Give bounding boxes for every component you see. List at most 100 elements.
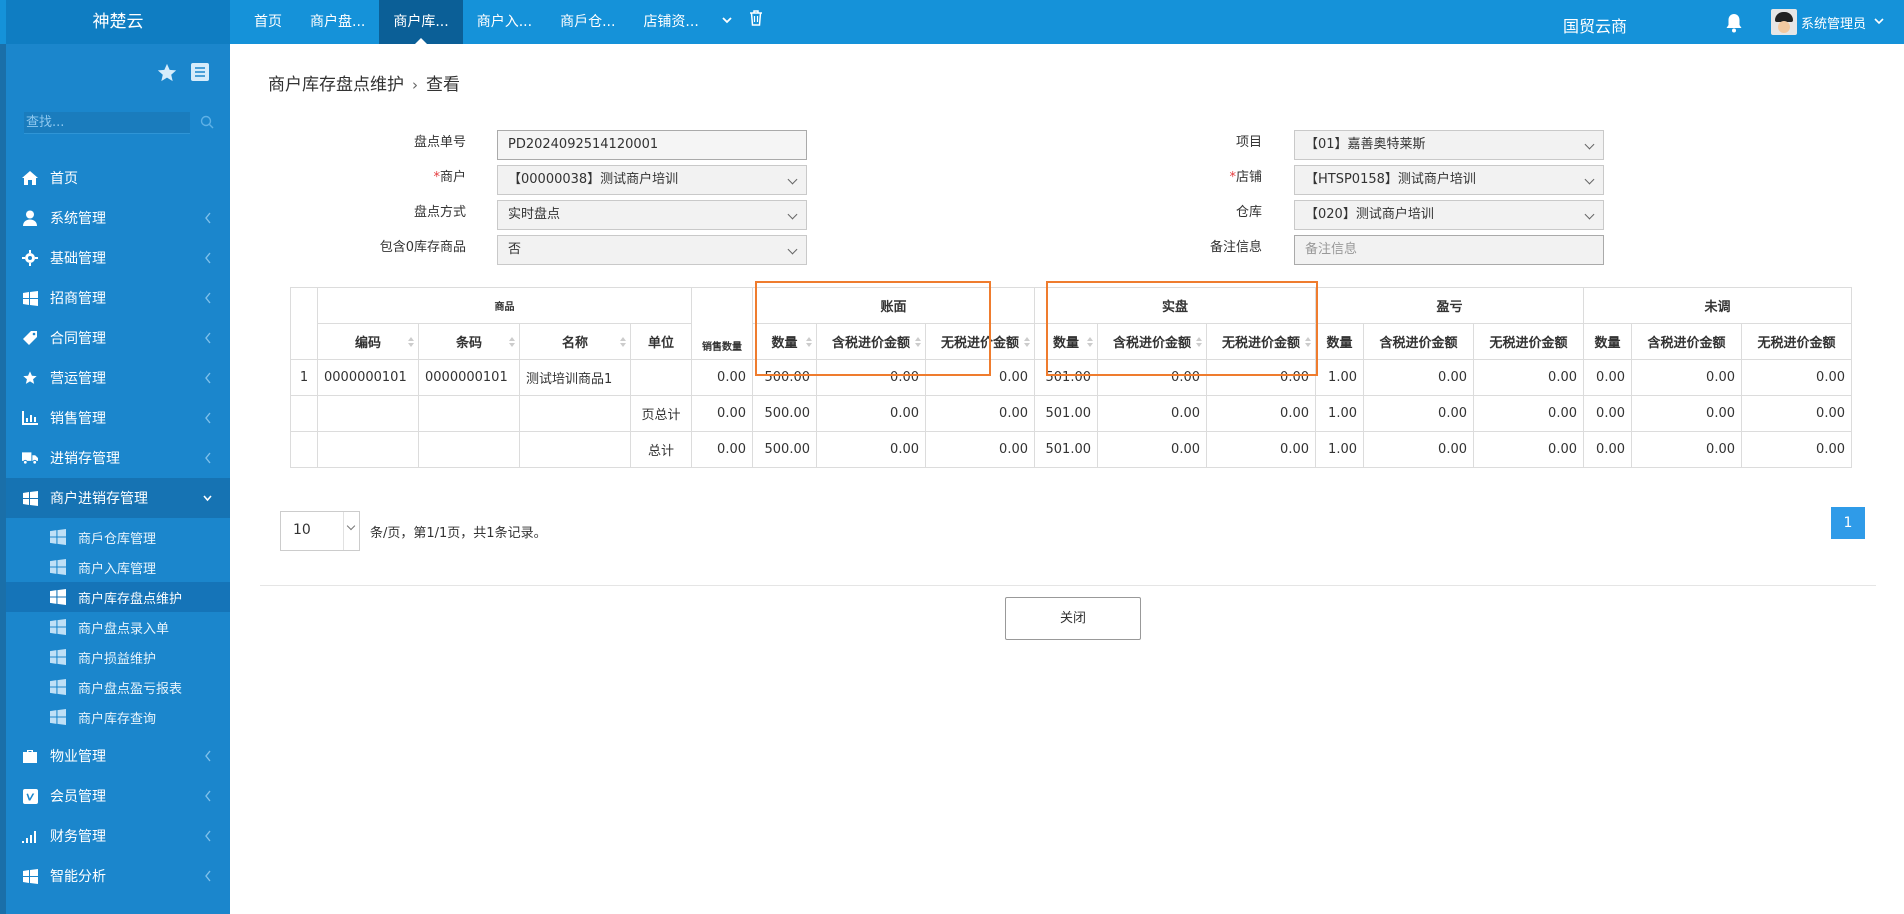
- sidebar-item-merchant-psi[interactable]: 商户进销存管理: [6, 478, 230, 518]
- chevron-left-icon: [205, 870, 211, 882]
- tab-merchant-inventory-check[interactable]: 商户盘...: [296, 0, 379, 44]
- breadcrumb-parent[interactable]: 商户库存盘点维护: [268, 75, 404, 95]
- sidebar-subitem-pl-report[interactable]: 商户盘点盈亏报表: [6, 672, 230, 702]
- cell-barcode: [418, 431, 520, 468]
- table-row[interactable]: 总计 0.00 500.00 0.00 0.00 501.00 0.00 0.00 1.00 0.…: [290, 431, 1852, 468]
- sidebar-item-property[interactable]: 物业管理: [6, 736, 230, 776]
- divider: [260, 585, 1876, 586]
- sidebar: 首页 系统管理 基础管理 招商管理 合同管理 营运管理: [6, 44, 230, 914]
- tab-merchant-inbound[interactable]: 商户入...: [463, 0, 546, 44]
- order-no-label: 盘点单号: [413, 135, 466, 150]
- col-unadj-notax-header: 无税进价金额: [1741, 323, 1852, 360]
- sidebar-subitem-label: 商户损益维护: [78, 651, 157, 667]
- sidebar-item-system[interactable]: 系统管理: [6, 198, 230, 238]
- sidebar-subitem-warehouse[interactable]: 商戶仓库管理: [6, 522, 230, 552]
- sidebar-item-basic[interactable]: 基础管理: [6, 238, 230, 278]
- tab-merchant-warehouse[interactable]: 商戶仓...: [546, 0, 629, 44]
- breadcrumb-separator: ›: [412, 76, 418, 94]
- star-icon[interactable]: [156, 62, 178, 88]
- col-code-header[interactable]: 编码: [317, 323, 419, 360]
- merchant-select[interactable]: 【00000038】测试商户培训: [497, 165, 807, 195]
- sidebar-item-home[interactable]: 首页: [6, 158, 230, 198]
- remark-field[interactable]: 备注信息: [1294, 235, 1604, 265]
- sidebar-item-psi[interactable]: 进销存管理: [6, 438, 230, 478]
- tab-store-info[interactable]: 店铺资...: [629, 0, 712, 44]
- user-menu[interactable]: 系统管理员: [1771, 9, 1884, 35]
- sidebar-item-analytics[interactable]: 智能分析: [6, 856, 230, 896]
- col-book-tax-header[interactable]: 含税进价金额: [816, 323, 926, 360]
- list-icon[interactable]: [190, 62, 210, 88]
- sidebar-item-finance[interactable]: 财务管理: [6, 816, 230, 856]
- project-select[interactable]: 【01】嘉善奥特莱斯: [1294, 130, 1604, 160]
- top-bar: 神楚云 首页 商户盘... 商户库... 商户入... 商戶仓... 店铺资..…: [0, 0, 1904, 44]
- cell-diff-qty: 1.00: [1315, 359, 1364, 396]
- cell-actual-qty: 501.00: [1034, 395, 1098, 432]
- table-row[interactable]: 1 0000000101 0000000101 测试培训商品1 0.00 500.00 0.…: [290, 359, 1852, 396]
- chevron-left-icon: [205, 412, 211, 424]
- cell-unadj-notax: 0.00: [1741, 359, 1852, 396]
- sidebar-item-operation[interactable]: 营运管理: [6, 358, 230, 398]
- sidebar-subitem-stock-check[interactable]: 商户库存盘点维护: [6, 582, 230, 612]
- breadcrumb: 商户库存盘点维护 › 查看: [268, 70, 460, 95]
- sidebar-subitem-stock-query[interactable]: 商户库存查询: [6, 702, 230, 732]
- tab-merchant-stock[interactable]: 商户库...: [379, 0, 463, 44]
- sidebar-item-member[interactable]: 会员管理: [6, 776, 230, 816]
- tab-home[interactable]: 首页: [240, 0, 296, 44]
- col-actual-qty-header[interactable]: 数量: [1034, 323, 1098, 360]
- sidebar-subitem-inbound[interactable]: 商户入库管理: [6, 552, 230, 582]
- row-index: [290, 431, 318, 468]
- sidebar-item-label: 进销存管理: [50, 451, 120, 467]
- warehouse-select[interactable]: 【020】测试商户培训: [1294, 200, 1604, 230]
- windows-icon: [50, 529, 66, 545]
- page-number-button[interactable]: 1: [1831, 507, 1865, 539]
- row-index: 1: [290, 359, 318, 396]
- trash-icon[interactable]: [741, 0, 771, 44]
- bell-icon[interactable]: [1725, 13, 1745, 33]
- close-button[interactable]: 关闭: [1005, 597, 1141, 640]
- sidebar-item-contract[interactable]: 合同管理: [6, 318, 230, 358]
- windows-icon: [50, 709, 66, 725]
- chevron-left-icon: [205, 372, 211, 384]
- col-name-header[interactable]: 名称: [519, 323, 631, 360]
- col-barcode-header[interactable]: 条码: [418, 323, 520, 360]
- breadcrumb-current: 查看: [426, 75, 460, 95]
- sidebar-item-sales[interactable]: 销售管理: [6, 398, 230, 438]
- col-book-qty-header[interactable]: 数量: [752, 323, 817, 360]
- sidebar-item-label: 会员管理: [50, 789, 106, 805]
- group-goods-header: 商品: [317, 287, 692, 324]
- col-book-notax-header[interactable]: 无税进价金额: [925, 323, 1035, 360]
- cell-book-notax: 0.00: [925, 395, 1035, 432]
- method-select[interactable]: 实时盘点: [497, 200, 807, 230]
- sidebar-item-label: 智能分析: [50, 869, 106, 885]
- sidebar-search-input[interactable]: [24, 112, 190, 134]
- sidebar-item-investment[interactable]: 招商管理: [6, 278, 230, 318]
- vimeo-icon: [22, 788, 38, 804]
- brand-logo[interactable]: 神楚云: [6, 0, 230, 44]
- windows-icon: [50, 619, 66, 635]
- store-select[interactable]: 【HTSP0158】测试商户培训: [1294, 165, 1604, 195]
- cell-book-qty: 500.00: [752, 431, 817, 468]
- order-no-field[interactable]: PD2024092514120001: [497, 130, 807, 160]
- cell-unadj-tax: 0.00: [1631, 431, 1742, 468]
- sidebar-subitem-loss-gain[interactable]: 商户损益维护: [6, 642, 230, 672]
- chevron-down-icon[interactable]: [713, 0, 741, 44]
- group-unadjusted-header: 未调: [1583, 287, 1852, 324]
- page-size-select[interactable]: 10: [280, 511, 360, 551]
- cell-diff-notax: 0.00: [1473, 431, 1584, 468]
- search-icon[interactable]: [200, 115, 214, 133]
- main-content: 商户库存盘点维护 › 查看 盘点单号 PD2024092514120001 *商户 …: [230, 44, 1904, 914]
- table-row[interactable]: 页总计 0.00 500.00 0.00 0.00 501.00 0.00 0.00 1.00 0…: [290, 395, 1852, 432]
- zero-stock-select[interactable]: 否: [497, 235, 807, 265]
- cell-book-tax: 0.00: [816, 395, 926, 432]
- windows-icon: [22, 490, 38, 506]
- col-actual-notax-header[interactable]: 无税进价金额: [1206, 323, 1316, 360]
- windows-icon: [50, 589, 66, 605]
- cell-actual-notax: 0.00: [1206, 395, 1316, 432]
- cell-actual-tax: 0.00: [1097, 431, 1207, 468]
- col-diff-notax-header: 无税进价金额: [1473, 323, 1584, 360]
- cell-actual-tax: 0.00: [1097, 359, 1207, 396]
- sidebar-subitem-check-entry[interactable]: 商户盘点录入单: [6, 612, 230, 642]
- cell-barcode: [418, 395, 520, 432]
- col-actual-tax-header[interactable]: 含税进价金额: [1097, 323, 1207, 360]
- windows-icon: [50, 649, 66, 665]
